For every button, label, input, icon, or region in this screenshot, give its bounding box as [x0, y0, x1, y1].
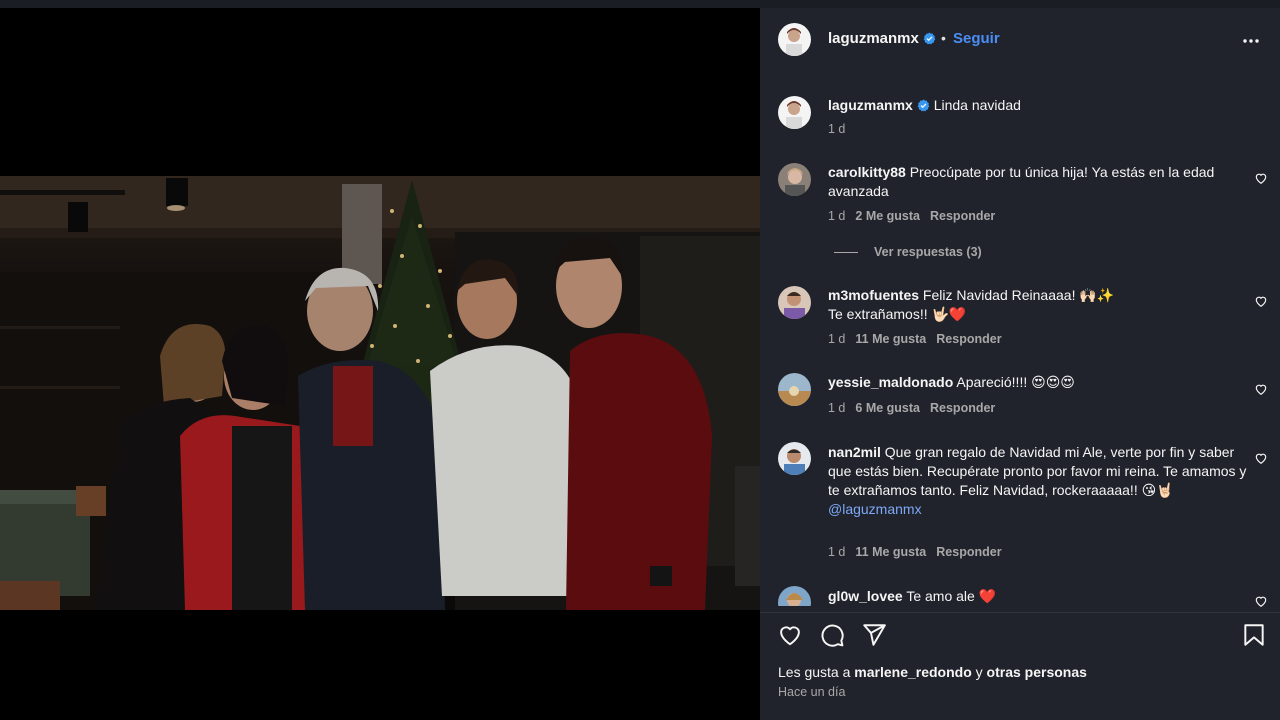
comments-panel: laguzmanmx • Seguir laguzmanmx Linda nav… [760, 8, 1280, 720]
comment-clip: gl0w_lovee Te amo ale ❤️ [760, 584, 1280, 606]
likes-summary[interactable]: Les gusta a marlene_redondo y otras pers… [778, 664, 1087, 680]
comment-like-heart-icon[interactable] [1254, 382, 1268, 396]
commenter-avatar[interactable] [778, 163, 811, 196]
post-timestamp: Hace un día [778, 685, 846, 699]
caption-avatar[interactable] [778, 96, 811, 129]
replies-line [834, 252, 858, 254]
separator-dot: • [941, 30, 946, 46]
bookmark-icon[interactable] [1241, 622, 1267, 648]
comment-user[interactable]: yessie_maldonado [828, 374, 953, 390]
comment: m3mofuentes Feliz Navidad Reinaaaa! 🙌🏻✨ … [828, 286, 1248, 324]
caption-text: Linda navidad [933, 97, 1021, 113]
comment-text: Que gran regalo de Navidad mi Ale, verte… [828, 444, 1247, 498]
send-icon[interactable] [861, 622, 887, 648]
commenter-avatar[interactable] [778, 442, 811, 475]
comment-user[interactable]: m3mofuentes [828, 287, 919, 303]
comment: nan2mil Que gran regalo de Navidad mi Al… [828, 443, 1248, 519]
commenter-avatar[interactable] [778, 586, 811, 606]
comment-user[interactable]: carolkitty88 [828, 164, 906, 180]
mention-link[interactable]: @laguzmanmx [828, 501, 922, 517]
comment-meta: 1 d6 Me gusta Responder [828, 401, 996, 415]
comment-like-heart-icon[interactable] [1254, 451, 1268, 465]
comment-like-heart-icon[interactable] [1254, 294, 1268, 308]
reply-button[interactable]: Responder [936, 545, 1001, 559]
comment-meta: 1 d 11 Me gusta Responder [828, 545, 1002, 559]
family-christmas-photo [0, 176, 760, 610]
comment: carolkitty88 Preocúpate por tu única hij… [828, 163, 1248, 201]
comment-like-heart-icon[interactable] [1254, 171, 1268, 185]
commenter-avatar[interactable] [778, 286, 811, 319]
reply-button[interactable]: Responder [930, 401, 995, 415]
author-avatar[interactable] [778, 23, 811, 56]
comment-like-heart-icon[interactable] [1254, 594, 1268, 608]
comment-likes-count[interactable]: 11 Me gusta [855, 332, 926, 346]
comment-text: Te amo ale ❤️ [906, 588, 997, 604]
verified-badge-icon [923, 32, 936, 45]
heart-outline-icon[interactable] [777, 622, 803, 648]
caption: laguzmanmx Linda navidad [828, 96, 1248, 115]
comment-user[interactable]: nan2mil [828, 444, 881, 460]
post-media[interactable] [0, 8, 760, 720]
comment: gl0w_lovee Te amo ale ❤️ [828, 587, 1248, 606]
comment-icon[interactable] [819, 622, 845, 648]
caption-user[interactable]: laguzmanmx [828, 97, 913, 113]
comment-likes-count[interactable]: 11 Me gusta [855, 545, 926, 559]
liker-user[interactable]: marlene_redondo [854, 664, 971, 680]
verified-badge-icon [917, 99, 930, 112]
reply-button[interactable]: Responder [936, 332, 1001, 346]
other-likers[interactable]: otras personas [987, 664, 1087, 680]
comment-text: Apareció!!!! 😍😍😍 [956, 374, 1075, 390]
caption-time: 1 d [828, 122, 846, 136]
post-photo[interactable] [0, 176, 760, 610]
more-horizontal-icon[interactable] [1242, 31, 1260, 49]
comment-text-line2: Te extrañamos!! 🤟🏻❤️ [828, 306, 967, 322]
actions-divider [760, 612, 1280, 613]
comment-user[interactable]: gl0w_lovee [828, 588, 903, 604]
post-author[interactable]: laguzmanmx [828, 30, 936, 47]
commenter-avatar[interactable] [778, 373, 811, 406]
comment-meta: 1 d 11 Me gusta Responder [828, 332, 1002, 346]
comment-likes-count[interactable]: 6 Me gusta [855, 401, 920, 415]
comment: yessie_maldonado Apareció!!!! 😍😍😍 [828, 373, 1248, 392]
follow-button[interactable]: Seguir [953, 30, 1000, 47]
reply-button[interactable]: Responder [930, 209, 995, 223]
comment-likes-count[interactable]: 2 Me gusta [855, 209, 920, 223]
comment-text: Feliz Navidad Reinaaaa! 🙌🏻✨ [922, 287, 1115, 303]
top-strip [0, 0, 1280, 8]
comment-meta: 1 d2 Me gusta Responder [828, 209, 996, 223]
view-replies-button[interactable]: Ver respuestas (3) [834, 245, 982, 259]
